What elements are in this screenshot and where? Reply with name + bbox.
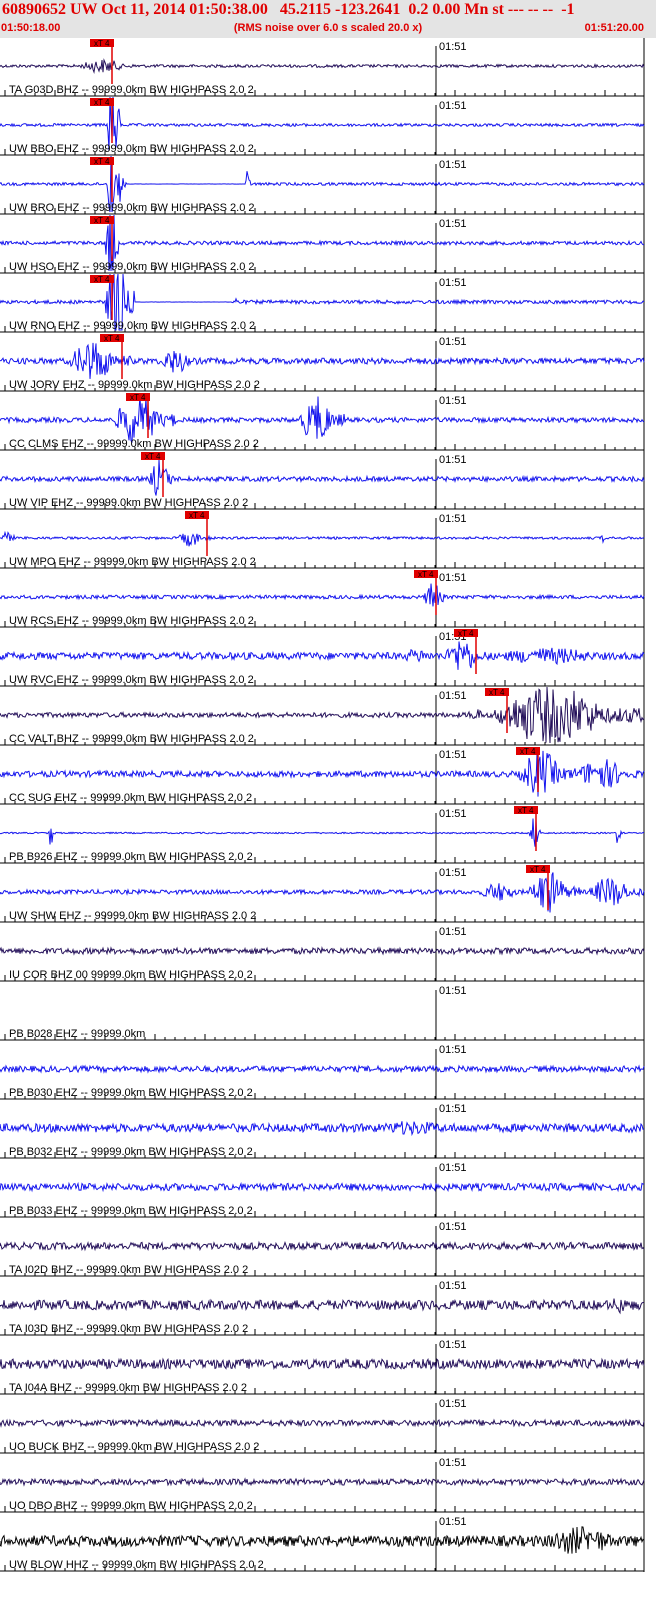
- minute-label: 01:51: [439, 395, 467, 407]
- minute-label: 01:51: [439, 1162, 467, 1174]
- waveform: [0, 1240, 645, 1252]
- waveform: [0, 394, 645, 443]
- waveform: [0, 1526, 645, 1554]
- minute-label: 01:51: [439, 1221, 467, 1233]
- trace-label: UW RCS EHZ -- 99999.0km BW HIGHPASS 2.0 …: [9, 615, 254, 627]
- trace-label: UW RNO EHZ -- 99999.0km BW HIGHPASS 2.0 …: [9, 320, 255, 332]
- minute-label: 01:51: [439, 749, 467, 761]
- trace-label: CC CLMS EHZ -- 99999.0km BW HIGHPASS 2.0…: [9, 438, 259, 450]
- trace-label: PB B030 EHZ -- 99999.0km BW HIGHPASS 2.0…: [9, 1087, 253, 1099]
- minute-label: 01:51: [439, 1280, 467, 1292]
- seismogram-plot: 01:51 xT 4 TA G03D BHZ -- 99999.0km BW HIG…: [0, 38, 645, 1572]
- event-title: 60890652 UW Oct 11, 2014 01:50:38.00 45.…: [2, 1, 575, 18]
- pick-label: xT 4: [104, 334, 120, 343]
- pick-label: xT 4: [489, 688, 505, 697]
- waveform: [0, 459, 645, 496]
- trace-label: UW BRO EHZ -- 99999.0km BW HIGHPASS 2.0 …: [9, 202, 255, 214]
- pick-label: xT 4: [130, 393, 146, 402]
- trace-label: UW JORV EHZ -- 99999.0km BW HIGHPASS 2.0…: [9, 379, 260, 391]
- trace-label: UW BLOW HHZ -- 99999.0km BW HIGHPASS 2.0…: [9, 1559, 264, 1571]
- pick-label: xT 4: [458, 629, 474, 638]
- minute-label: 01:51: [439, 41, 467, 53]
- trace-label: UW MPO EHZ -- 99999.0km BW HIGHPASS 2.0 …: [9, 556, 256, 568]
- pick-label: xT 4: [530, 865, 546, 874]
- trace-label: TA I04A BHZ -- 99999.0km BW HIGHPASS 2.0…: [9, 1382, 247, 1394]
- trace-label: UO BUCK BHZ -- 99999.0km BW HIGHPASS 2.0…: [9, 1441, 259, 1453]
- waveform: [0, 818, 645, 847]
- waveform: [0, 1064, 645, 1074]
- pick-label: xT 4: [94, 39, 110, 48]
- trace-label: UW HSO EHZ -- 99999.0km BW HIGHPASS 2.0 …: [9, 261, 255, 273]
- trace-label: PB B033 EHZ -- 99999.0km BW HIGHPASS 2.0…: [9, 1205, 253, 1217]
- waveform: [0, 58, 645, 75]
- waveform: [0, 1477, 645, 1487]
- pick-label: xT 4: [518, 806, 534, 815]
- waveform: [0, 530, 645, 547]
- rms-note: (RMS noise over 6.0 s scaled 20.0 x): [233, 22, 423, 34]
- pick-label: xT 4: [189, 511, 205, 520]
- pick-label: xT 4: [94, 98, 110, 107]
- pick-label: xT 4: [520, 747, 536, 756]
- trace-label: PB B926 EHZ -- 99999.0km BW HIGHPASS 2.0…: [9, 851, 253, 863]
- minute-label: 01:51: [439, 454, 467, 466]
- trace-label: UW SHW EHZ -- 99999.0km BW HIGHPASS 2.0 …: [9, 910, 256, 922]
- pick-label: xT 4: [418, 570, 434, 579]
- trace-label: UW RVC EHZ -- 99999.0km BW HIGHPASS 2.0 …: [9, 674, 254, 686]
- waveform: [0, 641, 645, 670]
- minute-label: 01:51: [439, 1457, 467, 1469]
- pick-label: xT 4: [145, 452, 161, 461]
- pick-label: xT 4: [94, 275, 110, 284]
- trace-label: CC SUG EHZ -- 99999.0km BW HIGHPASS 2.0 …: [9, 792, 252, 804]
- trace-label: UW VIP EHZ -- 99999.0km BW HIGHPASS 2.0 …: [9, 497, 248, 509]
- waveform: [0, 946, 645, 956]
- minute-label: 01:51: [439, 159, 467, 171]
- minute-label: 01:51: [439, 985, 467, 997]
- end-time: 01:51:20.00: [584, 22, 644, 34]
- minute-label: 01:51: [439, 926, 467, 938]
- waveform: [0, 1357, 645, 1371]
- waveform: [0, 1121, 645, 1137]
- trace-label: PB B028 EHZ -- 99999.0km: [9, 1028, 145, 1040]
- trace-label: UW BBO EHZ -- 99999.0km BW HIGHPASS 2.0 …: [9, 143, 254, 155]
- pick-label: xT 4: [94, 157, 110, 166]
- trace-label: UO DBO BHZ -- 99999.0km BW HIGHPASS 2.0 …: [9, 1500, 253, 1512]
- trace-label: TA G03D BHZ -- 99999.0km BW HIGHPASS 2.0…: [9, 84, 254, 96]
- waveform: [0, 342, 645, 379]
- minute-label: 01:51: [439, 336, 467, 348]
- minute-label: 01:51: [439, 1516, 467, 1528]
- minute-label: 01:51: [439, 1398, 467, 1410]
- minute-label: 01:51: [439, 690, 467, 702]
- minute-label: 01:51: [439, 808, 467, 820]
- minute-label: 01:51: [439, 1103, 467, 1115]
- trace-label: CC VALT BHZ -- 99999.0km BW HIGHPASS 2.0…: [9, 733, 254, 745]
- trace-label: TA I03D BHZ -- 99999.0km BW HIGHPASS 2.0…: [9, 1323, 248, 1335]
- minute-label: 01:51: [439, 100, 467, 112]
- waveform: [0, 583, 645, 607]
- trace-label: TA I02D BHZ -- 99999.0km BW HIGHPASS 2.0…: [9, 1264, 248, 1276]
- waveform: [0, 1418, 645, 1428]
- minute-label: 01:51: [439, 277, 467, 289]
- header: 60890652 UW Oct 11, 2014 01:50:38.00 45.…: [0, 0, 656, 38]
- minute-label: 01:51: [439, 867, 467, 879]
- trace-label: PB B032 EHZ -- 99999.0km BW HIGHPASS 2.0…: [9, 1146, 253, 1158]
- trace-label: IU COR BHZ 00 99999.0km BW HIGHPASS 2.0 …: [9, 969, 253, 981]
- waveform: [0, 1181, 645, 1193]
- waveform: [0, 750, 645, 797]
- waveform: [0, 1298, 644, 1315]
- minute-label: 01:51: [439, 513, 467, 525]
- minute-label: 01:51: [439, 1044, 467, 1056]
- minute-label: 01:51: [439, 218, 467, 230]
- minute-label: 01:51: [439, 572, 467, 584]
- pick-label: xT 4: [94, 216, 110, 225]
- minute-label: 01:51: [439, 1339, 467, 1351]
